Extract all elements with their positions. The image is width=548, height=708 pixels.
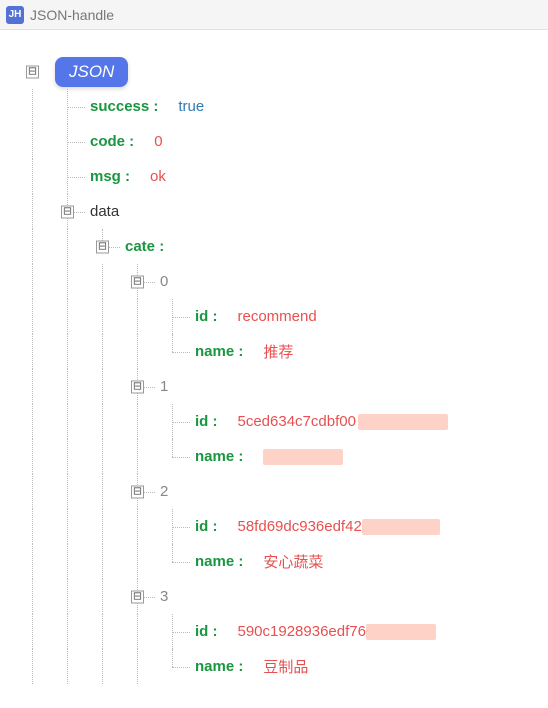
collapse-icon[interactable]: ⊟: [131, 380, 144, 393]
val-1-name: [263, 448, 343, 465]
key-msg: msg :: [90, 168, 130, 185]
key-name: name :: [195, 448, 243, 465]
collapse-icon[interactable]: ⊟: [131, 485, 144, 498]
node-3-name[interactable]: name : 豆制品: [20, 649, 548, 684]
index-3: 3: [160, 588, 168, 605]
titlebar: JH JSON-handle: [0, 0, 548, 30]
collapse-icon[interactable]: ⊟: [61, 205, 74, 218]
val-3-name: 豆制品: [263, 656, 308, 677]
app-logo-icon: JH: [6, 6, 24, 24]
node-cate[interactable]: ⊟ cate :: [20, 229, 548, 264]
val-2-name: 安心蔬菜: [263, 551, 323, 572]
key-data: data: [90, 203, 119, 220]
val-code: 0: [154, 133, 162, 150]
key-success: success :: [90, 98, 158, 115]
node-2-id[interactable]: id : 58fd69dc936edf42: [20, 509, 548, 544]
root-node[interactable]: ⊟ JSON: [20, 54, 548, 89]
redacted-icon: [263, 449, 343, 465]
index-2: 2: [160, 483, 168, 500]
collapse-icon[interactable]: ⊟: [96, 240, 109, 253]
redacted-icon: [362, 519, 440, 535]
window-title: JSON-handle: [30, 7, 114, 23]
node-2-name[interactable]: name : 安心蔬菜: [20, 544, 548, 579]
key-id: id :: [195, 308, 218, 325]
key-name: name :: [195, 553, 243, 570]
key-cate: cate :: [125, 238, 164, 255]
val-3-id: 590c1928936edf76: [238, 623, 436, 640]
node-success[interactable]: success : true: [20, 89, 548, 124]
node-index-2[interactable]: ⊟ 2: [20, 474, 548, 509]
key-id: id :: [195, 518, 218, 535]
key-name: name :: [195, 343, 243, 360]
key-id: id :: [195, 623, 218, 640]
node-msg[interactable]: msg : ok: [20, 159, 548, 194]
collapse-icon[interactable]: ⊟: [26, 65, 39, 78]
val-1-id: 5ced634c7cdbf00: [238, 413, 448, 430]
index-0: 0: [160, 273, 168, 290]
node-index-0[interactable]: ⊟ 0: [20, 264, 548, 299]
key-code: code :: [90, 133, 134, 150]
redacted-icon: [358, 414, 448, 430]
json-tree: ⊟ JSON success : true code : 0 msg : ok …: [0, 30, 548, 684]
key-name: name :: [195, 658, 243, 675]
val-success: true: [178, 98, 204, 115]
node-3-id[interactable]: id : 590c1928936edf76: [20, 614, 548, 649]
val-0-name: 推荐: [263, 341, 293, 362]
val-2-id: 58fd69dc936edf42: [238, 518, 440, 535]
node-index-3[interactable]: ⊟ 3: [20, 579, 548, 614]
collapse-icon[interactable]: ⊟: [131, 590, 144, 603]
redacted-icon: [366, 624, 436, 640]
node-0-name[interactable]: name : 推荐: [20, 334, 548, 369]
json-root-badge[interactable]: JSON: [55, 57, 128, 87]
node-1-id[interactable]: id : 5ced634c7cdbf00: [20, 404, 548, 439]
node-data[interactable]: ⊟ data: [20, 194, 548, 229]
node-0-id[interactable]: id : recommend: [20, 299, 548, 334]
node-index-1[interactable]: ⊟ 1: [20, 369, 548, 404]
node-code[interactable]: code : 0: [20, 124, 548, 159]
collapse-icon[interactable]: ⊟: [131, 275, 144, 288]
val-0-id: recommend: [238, 308, 317, 325]
key-id: id :: [195, 413, 218, 430]
index-1: 1: [160, 378, 168, 395]
val-msg: ok: [150, 168, 166, 185]
node-1-name[interactable]: name :: [20, 439, 548, 474]
